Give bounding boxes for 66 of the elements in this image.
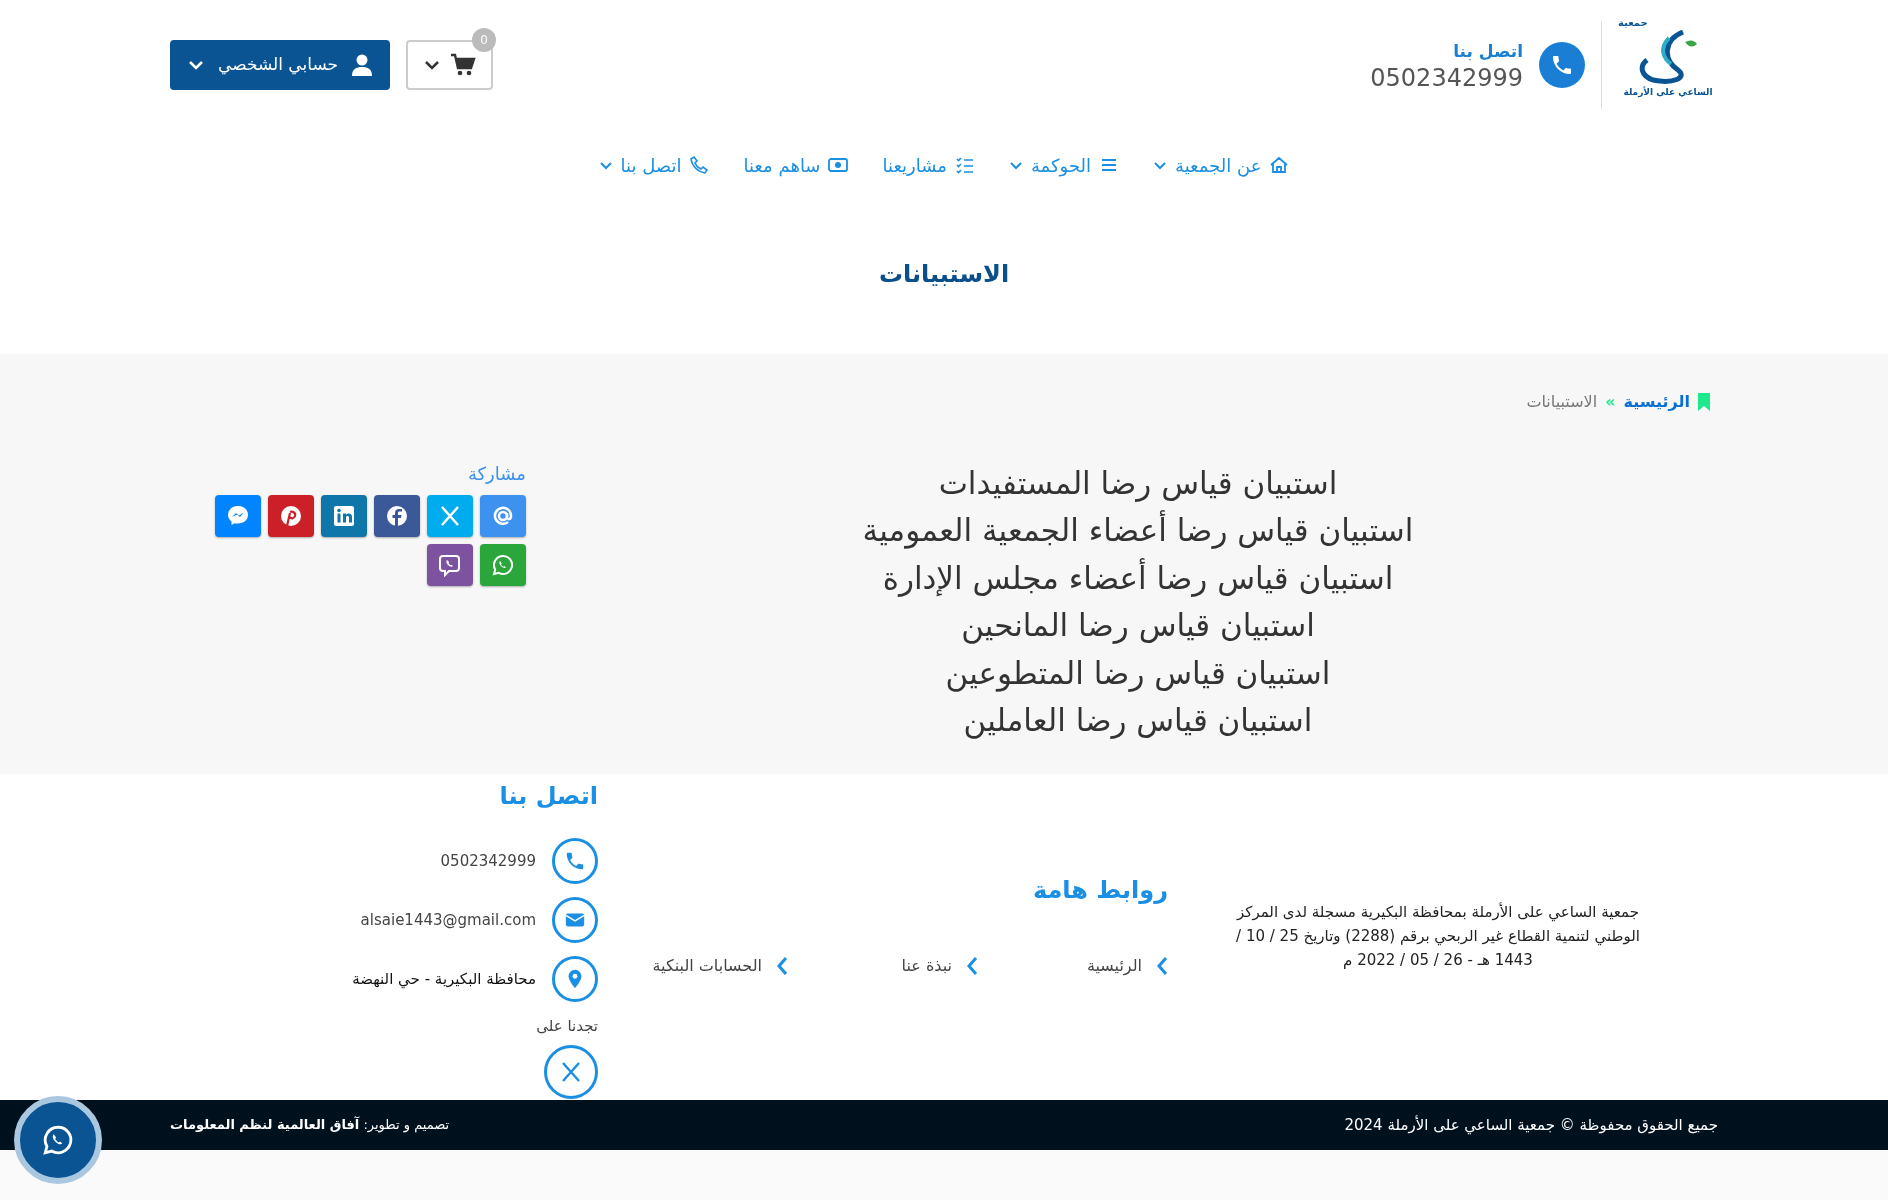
links-heading: روابط هامة — [1031, 874, 1168, 906]
pinterest-icon — [279, 503, 303, 528]
credit-text: تصميم و تطوير: آفاق العالمية لنظم المعلومات — [170, 1115, 450, 1135]
chevron-down-icon — [1008, 160, 1023, 170]
survey-link[interactable]: استبيان قياس رضا المتطوعين — [945, 649, 1331, 698]
follow-label: تجدنا على — [535, 1015, 598, 1037]
footer-link[interactable]: الرئيسية — [978, 953, 1168, 978]
contact-detail: محافظة البكيرية - حي النهضة — [352, 968, 536, 991]
facebook-icon — [385, 503, 409, 528]
phone-icon — [552, 837, 598, 884]
cart-count-badge: 0 — [472, 28, 497, 52]
checklist-icon — [954, 155, 975, 175]
about-text: جمعية الساعي على الأرملة بمحافظة البكيرية مسجلة لدى المركز الوطني لتنمية القطاع غير الربحي برقم (2288) وتاريخ 25 / 10 / 1443 هـ - 26 / 05 / 2022 م — [1235, 901, 1641, 971]
linkedin-icon — [332, 503, 356, 528]
chevron-left-icon — [966, 955, 978, 976]
location-pin-icon — [552, 955, 598, 1002]
page-title: الاستبيانات — [877, 259, 1011, 290]
cart-icon — [449, 53, 476, 77]
share-button[interactable] — [480, 494, 526, 537]
share-button[interactable] — [321, 494, 367, 537]
share-button[interactable] — [215, 494, 261, 537]
breadcrumb-current: الاستبيانات — [1526, 390, 1598, 413]
share-button[interactable] — [427, 543, 473, 586]
copyright-text: جميع الحقوق محفوظة © جمعية الساعي على الأرملة 2024 — [1344, 1114, 1718, 1137]
survey-link[interactable]: استبيان قياس رضا المانحين — [961, 602, 1315, 650]
contact-heading: اتصل بنا — [498, 780, 598, 812]
email-icon — [491, 503, 515, 528]
whatsapp-icon — [491, 552, 515, 577]
contact-detail: 0502342999 — [440, 850, 536, 872]
whatsapp-icon — [41, 1123, 75, 1157]
nav-link[interactable]: اتصل بنا — [598, 151, 710, 179]
chevron-down-icon — [598, 160, 613, 170]
share-button[interactable] — [480, 543, 526, 586]
share-button[interactable] — [374, 494, 420, 537]
logo-caption: الساعي على الأرملة — [1623, 86, 1713, 100]
contact-label: اتصل بنا — [1452, 40, 1523, 64]
nav-link[interactable]: ساهم معنا — [743, 151, 849, 179]
share-label: مشاركة — [466, 461, 526, 486]
chevron-down-icon — [188, 60, 204, 70]
phone-number: 0502342999 — [1370, 64, 1523, 91]
envelope-icon — [552, 896, 598, 943]
share-button[interactable] — [268, 494, 314, 537]
account-button[interactable]: حسابي الشخصي — [170, 40, 391, 90]
chevron-left-icon — [1156, 955, 1168, 976]
home-icon — [1269, 155, 1290, 175]
viber-icon — [438, 552, 462, 577]
survey-link[interactable]: استبيان قياس رضا أعضاء مجلس الإدارة — [882, 554, 1394, 603]
chevron-down-icon — [1153, 160, 1167, 170]
phone-icon — [1539, 42, 1585, 88]
phone-icon — [689, 155, 710, 175]
chevron-down-icon — [423, 60, 440, 70]
money-icon — [828, 155, 849, 175]
nav-link[interactable]: عن الجمعية — [1153, 151, 1290, 179]
breadcrumb-link[interactable]: الرئيسية — [1623, 389, 1690, 414]
user-icon — [352, 54, 373, 76]
contact-detail: alsaie1443@gmail.com — [360, 909, 536, 931]
survey-link[interactable]: استبيان قياس رضا المستفيدات — [938, 459, 1338, 508]
logo[interactable]: جمعية الساعي على الأرملة — [1618, 15, 1718, 115]
chevron-left-icon — [776, 955, 788, 976]
logo-text: جمعية — [1618, 16, 1648, 30]
survey-link[interactable]: استبيان قياس رضا أعضاء الجمعية العمومية — [862, 507, 1414, 555]
breadcrumb-separator: » — [1605, 390, 1616, 413]
footer-link[interactable]: نبذة عنا — [788, 953, 978, 978]
footer-link[interactable]: الحسابات البنكية — [598, 953, 788, 978]
survey-link[interactable]: استبيان قياس رضا العاملين — [963, 697, 1313, 745]
bookmark-icon — [1698, 392, 1710, 411]
